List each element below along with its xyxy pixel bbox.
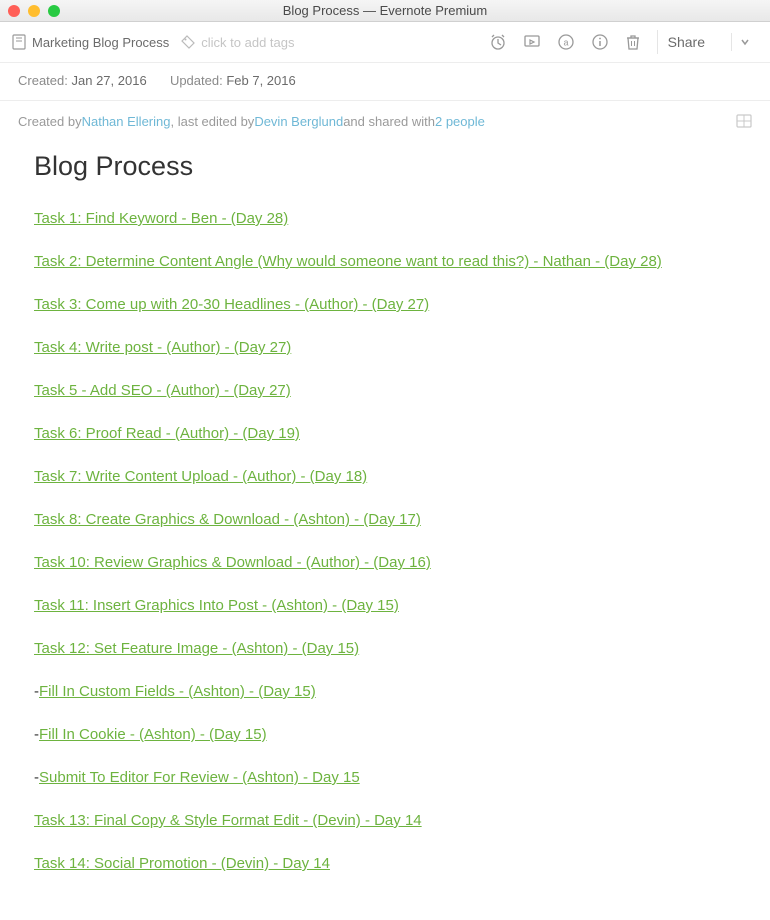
traffic-lights [8,5,60,17]
shared-link[interactable]: 2 people [435,114,485,129]
toolbar-actions: a Share [489,30,758,54]
close-window-button[interactable] [8,5,20,17]
note-title[interactable]: Blog Process [34,151,736,182]
task-line: -Submit To Editor For Review - (Ashton) … [34,769,736,786]
task-link[interactable]: Task 4: Write post - (Author) - (Day 27) [34,339,291,356]
note-toolbar: Marketing Blog Process click to add tags… [0,22,770,63]
share-chevron-icon[interactable] [731,33,758,51]
window-title: Blog Process — Evernote Premium [0,3,770,18]
task-link[interactable]: Fill In Custom Fields - (Ashton) - (Day … [39,683,316,700]
task-line: Task 5 - Add SEO - (Author) - (Day 27) [34,382,736,399]
task-line: Task 1: Find Keyword - Ben - (Day 28) [34,210,736,227]
task-link[interactable]: Fill In Cookie - (Ashton) - (Day 15) [39,726,267,743]
created-label: Created: [18,73,68,88]
task-link[interactable]: Task 6: Proof Read - (Author) - (Day 19) [34,425,300,442]
authoring-row: Created by Nathan Ellering , last edited… [0,101,770,129]
task-link[interactable]: Task 12: Set Feature Image - (Ashton) - … [34,640,359,657]
task-line: -Fill In Cookie - (Ashton) - (Day 15) [34,726,736,743]
task-line: Task 7: Write Content Upload - (Author) … [34,468,736,485]
task-line: Task 12: Set Feature Image - (Ashton) - … [34,640,736,657]
task-link[interactable]: Task 5 - Add SEO - (Author) - (Day 27) [34,382,291,399]
maximize-window-button[interactable] [48,5,60,17]
task-line: Task 10: Review Graphics & Download - (A… [34,554,736,571]
task-link[interactable]: Task 8: Create Graphics & Download - (As… [34,511,421,528]
task-link[interactable]: Task 2: Determine Content Angle (Why wou… [34,253,662,270]
presentation-icon[interactable] [523,33,541,51]
shared-label: and shared with [343,114,435,129]
tag-icon [181,35,195,49]
task-line: Task 13: Final Copy & Style Format Edit … [34,812,736,829]
task-line: Task 11: Insert Graphics Into Post - (As… [34,597,736,614]
editor-link[interactable]: Devin Berglund [254,114,343,129]
created-by-label: Created by [18,114,82,129]
task-line: Task 2: Determine Content Angle (Why wou… [34,253,736,270]
task-link[interactable]: Task 7: Write Content Upload - (Author) … [34,468,367,485]
task-link[interactable]: Task 1: Find Keyword - Ben - (Day 28) [34,210,288,227]
task-link[interactable]: Task 13: Final Copy & Style Format Edit … [34,812,422,829]
notebook-name[interactable]: Marketing Blog Process [32,35,169,50]
note-content: Blog Process Task 1: Find Keyword - Ben … [0,129,770,920]
task-link[interactable]: Task 3: Come up with 20-30 Headlines - (… [34,296,429,313]
task-link[interactable]: Submit To Editor For Review - (Ashton) -… [39,769,360,786]
created-value: Jan 27, 2016 [72,73,147,88]
annotate-icon[interactable]: a [557,33,575,51]
task-line: Task 4: Write post - (Author) - (Day 27) [34,339,736,356]
share-button[interactable]: Share [657,30,715,54]
trash-icon[interactable] [625,33,641,51]
task-line: Task 14: Social Promotion - (Devin) - Da… [34,855,736,872]
updated-value: Feb 7, 2016 [226,73,295,88]
task-line: Task 6: Proof Read - (Author) - (Day 19) [34,425,736,442]
task-list: Task 1: Find Keyword - Ben - (Day 28) Tas… [34,210,736,872]
info-icon[interactable] [591,33,609,51]
last-edited-label: , last edited by [170,114,254,129]
svg-text:a: a [563,38,568,48]
window-titlebar: Blog Process — Evernote Premium [0,0,770,22]
task-line: Task 8: Create Graphics & Download - (As… [34,511,736,528]
task-link[interactable]: Task 10: Review Graphics & Download - (A… [34,554,431,571]
note-metadata: Created: Jan 27, 2016 Updated: Feb 7, 20… [0,63,770,101]
task-line: Task 3: Come up with 20-30 Headlines - (… [34,296,736,313]
notebook-icon [12,34,26,50]
work-chat-icon[interactable] [736,113,752,129]
reminder-icon[interactable] [489,33,507,51]
add-tags-input[interactable]: click to add tags [201,35,488,50]
updated-label: Updated: [170,73,223,88]
task-line: -Fill In Custom Fields - (Ashton) - (Day… [34,683,736,700]
minimize-window-button[interactable] [28,5,40,17]
creator-link[interactable]: Nathan Ellering [82,114,171,129]
task-link[interactable]: Task 14: Social Promotion - (Devin) - Da… [34,855,330,872]
task-link[interactable]: Task 11: Insert Graphics Into Post - (As… [34,597,399,614]
